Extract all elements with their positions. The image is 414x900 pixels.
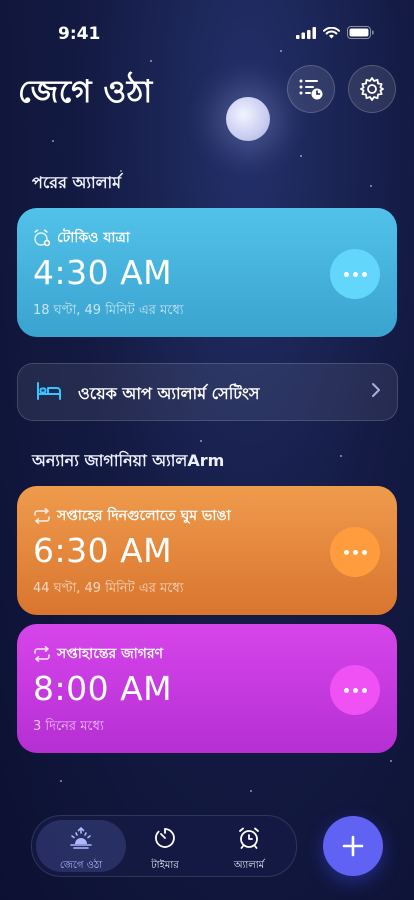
star [60,780,62,782]
tab-wake-up[interactable]: জেগে ওঠা [36,820,126,872]
alarm-time: 8:00 AM [33,669,173,708]
bed-icon [37,382,61,400]
alarm-countdown: 18 ঘণ্টা, 49 মিনিট এর মধ্যে [33,303,184,318]
add-alarm-button[interactable] [323,816,383,876]
star [250,790,252,792]
sunrise-icon [70,826,92,849]
tab-alarm[interactable]: অ্যালার্ম [204,820,294,872]
alarm-time: 6:30 AM [33,531,173,570]
alarm-add-icon [34,229,51,247]
star [340,455,342,457]
more-options-button[interactable] [330,665,380,715]
list-clock-icon [299,79,323,100]
repeat-icon [34,646,50,662]
alarm-name-row: সপ্তাহের দিনগুলোতে ঘুম ভাঙা [33,504,231,528]
star [150,60,152,62]
alarm-card-weekend[interactable]: সপ্তাহান্তের জাগরণ 8:00 AM 3 দিনের মধ্যে [17,624,397,753]
wake-settings-label: ওয়েক আপ অ্যালার্ম সেটিংস [78,384,260,403]
alarm-card-weekday[interactable]: সপ্তাহের দিনগুলোতে ঘুম ভাঙা 6:30 AM 44 ঘ… [17,486,397,615]
next-alarm-section-label: পরের অ্যালার্ম [32,173,122,192]
alarm-name-row: সপ্তাহান্তের জাগরণ [33,642,163,666]
star [52,140,54,142]
status-time: 9:41 [58,24,101,44]
settings-button[interactable] [348,65,396,113]
alarm-clock-icon [239,827,259,849]
more-options-button[interactable] [330,527,380,577]
alarm-time: 4:30 AM [33,253,173,292]
alarm-name-row: টোকিও যাত্রা [33,226,130,250]
star [390,760,392,762]
other-alarms-section-label: অন্যান্য জাগানিয়া অ্যালArm [32,451,225,470]
alarm-name: টোকিও যাত্রা [57,230,130,246]
alarm-card-next[interactable]: টোকিও যাত্রা 4:30 AM 18 ঘণ্টা, 49 মিনিট … [17,208,397,337]
more-options-button[interactable] [330,249,380,299]
tab-label: অ্যালার্ম [233,860,265,871]
wifi-icon [323,26,340,38]
plus-icon [342,835,364,857]
repeat-icon [34,508,50,524]
star [300,155,302,157]
alarm-name: সপ্তাহের দিনগুলোতে ঘুম ভাঙা [57,508,231,524]
gear-icon [360,77,384,101]
timer-icon [155,828,175,848]
alarm-countdown: 44 ঘণ্টা, 49 মিনিট এর মধ্যে [33,581,184,596]
cellular-signal-icon [296,26,316,39]
page-title: জেগে ওঠা [18,74,153,110]
wake-up-alarm-settings-row[interactable]: ওয়েক আপ অ্যালার্ম সেটিংস [17,363,398,421]
tab-label: জেগে ওঠা [59,860,103,871]
star [200,440,202,442]
alarm-name: সপ্তাহান্তের জাগরণ [57,646,164,662]
status-icons [296,26,374,39]
star [370,185,372,187]
chevron-right-icon [372,383,380,397]
alarm-countdown: 3 দিনের মধ্যে [33,719,104,734]
moon-illustration [226,97,270,141]
tab-label: টাইমার [151,860,179,871]
tab-timer[interactable]: টাইমার [120,820,210,872]
alarm-list-button[interactable] [287,65,335,113]
tab-bar: জেগে ওঠা টাইমার অ্যালার্ম [31,815,297,877]
status-bar: 9:41 [0,0,414,54]
battery-icon [347,26,374,39]
